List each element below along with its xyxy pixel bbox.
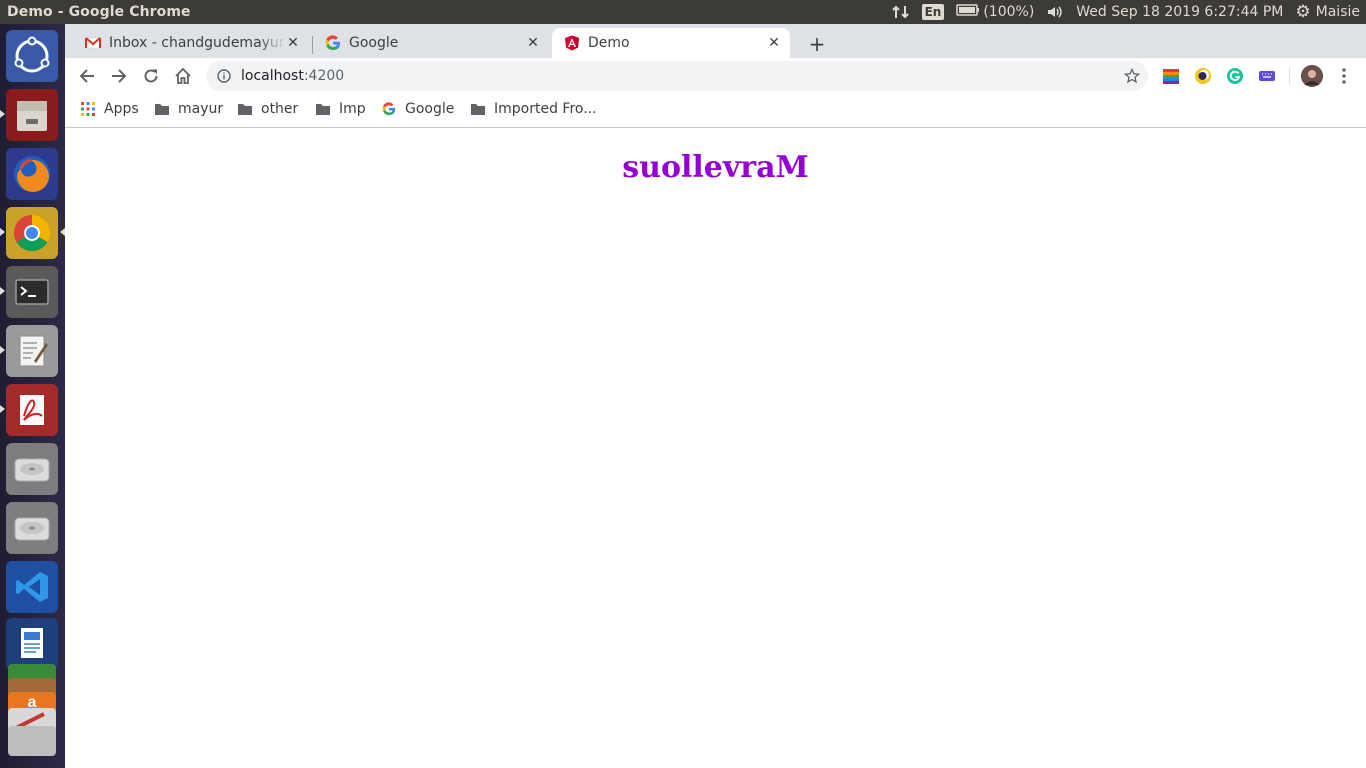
arrow-right-icon xyxy=(112,69,127,83)
home-icon xyxy=(175,67,191,84)
dark-mode-extension-icon[interactable] xyxy=(1194,67,1212,85)
files-icon[interactable] xyxy=(6,89,58,141)
network-icon[interactable] xyxy=(891,4,910,20)
battery-indicator[interactable]: (100%) xyxy=(956,4,1034,20)
bookmark-folder-imp[interactable]: Imp xyxy=(315,101,366,117)
keyboard-extension-icon[interactable] xyxy=(1258,67,1276,85)
arrow-left-icon xyxy=(79,69,94,83)
color-palette-extension-icon[interactable] xyxy=(1162,67,1180,85)
bookmark-folder-mayur[interactable]: mayur xyxy=(154,101,223,117)
running-indicator xyxy=(0,287,5,295)
folder-icon xyxy=(315,101,331,117)
top-panel: Demo - Google Chrome En (100%) Wed Sep 1… xyxy=(0,0,1366,24)
gear-icon: ⚙ xyxy=(1295,2,1311,22)
gmail-icon xyxy=(85,35,101,51)
tab-label: Demo xyxy=(588,35,630,51)
user-name: Maisie xyxy=(1315,4,1360,20)
indicator-area: En (100%) Wed Sep 18 2019 6:27:44 PM ⚙ M… xyxy=(891,2,1366,22)
google-icon xyxy=(381,101,397,117)
running-indicator xyxy=(0,228,5,236)
running-indicator xyxy=(0,110,5,118)
firefox-icon[interactable] xyxy=(6,148,58,200)
text-editor-icon[interactable] xyxy=(6,325,58,377)
back-button[interactable] xyxy=(73,62,101,90)
address-bar[interactable]: localhost:4200 xyxy=(206,61,1148,91)
page-heading: suollevraM xyxy=(622,150,809,185)
libreoffice-writer-icon[interactable] xyxy=(6,618,58,670)
reload-button[interactable] xyxy=(137,62,165,90)
chrome-icon[interactable] xyxy=(6,207,58,259)
ubuntu-dash-icon[interactable] xyxy=(6,30,58,82)
tab-label: Google xyxy=(349,35,399,51)
battery-icon xyxy=(956,4,980,20)
keyboard-language-indicator[interactable]: En xyxy=(921,4,945,20)
pdf-reader-icon[interactable] xyxy=(6,384,58,436)
close-icon[interactable]: ✕ xyxy=(285,35,301,51)
clock[interactable]: Wed Sep 18 2019 6:27:44 PM xyxy=(1076,4,1283,20)
tab-google[interactable]: Google ✕ xyxy=(313,28,549,58)
folder-icon xyxy=(237,101,253,117)
url-host: localhost xyxy=(241,68,304,84)
running-indicator xyxy=(0,405,5,413)
home-button[interactable] xyxy=(169,62,197,90)
tab-strip: Inbox - chandgudemayur5 ✕ Google ✕ Demo … xyxy=(65,24,1366,58)
language-badge: En xyxy=(921,4,945,20)
tab-inbox[interactable]: Inbox - chandgudemayur5 ✕ xyxy=(73,28,309,58)
running-indicator xyxy=(0,346,5,354)
bookmark-label: Apps xyxy=(104,101,139,117)
drive-icon[interactable] xyxy=(6,502,58,554)
url-port: :4200 xyxy=(303,68,345,84)
launcher-overflow-stack[interactable]: a xyxy=(6,664,58,768)
new-tab-button[interactable]: + xyxy=(805,32,829,56)
drive-icon[interactable] xyxy=(6,443,58,495)
bookmark-google[interactable]: Google xyxy=(381,101,454,117)
bookmark-label: Imp xyxy=(339,101,366,117)
info-icon[interactable] xyxy=(216,68,232,84)
drive-icon xyxy=(8,726,56,756)
tab-label: Inbox - chandgudemayur5 xyxy=(109,35,285,51)
bookmark-label: Imported Fro... xyxy=(494,101,597,117)
more-menu-icon[interactable] xyxy=(1336,66,1352,86)
volume-icon[interactable] xyxy=(1046,4,1064,20)
grammarly-icon[interactable] xyxy=(1226,67,1244,85)
terminal-icon[interactable] xyxy=(6,266,58,318)
battery-percent: (100%) xyxy=(983,4,1035,20)
google-icon xyxy=(325,35,341,51)
forward-button[interactable] xyxy=(105,62,133,90)
avatar[interactable] xyxy=(1301,65,1323,87)
bookmark-folder-other[interactable]: other xyxy=(237,101,298,117)
folder-icon xyxy=(154,101,170,117)
apps-grid-icon xyxy=(80,101,96,117)
page-viewport: suollevraM xyxy=(65,128,1366,768)
bookmark-star-icon[interactable] xyxy=(1123,67,1141,84)
reload-icon xyxy=(144,69,158,83)
close-icon[interactable]: ✕ xyxy=(525,35,541,51)
bookmark-label: Google xyxy=(405,101,455,117)
plus-icon: + xyxy=(808,32,826,56)
browser-toolbar: localhost:4200 xyxy=(65,58,1366,94)
bookmark-apps[interactable]: Apps xyxy=(80,101,139,117)
vscode-icon[interactable] xyxy=(6,561,58,613)
bookmark-label: other xyxy=(261,101,299,117)
bookmark-folder-imported[interactable]: Imported Fro... xyxy=(470,101,597,117)
launcher: a xyxy=(0,24,66,768)
url-text[interactable]: localhost:4200 xyxy=(241,68,344,84)
window-title: Demo - Google Chrome xyxy=(7,4,191,20)
tab-demo[interactable]: Demo ✕ xyxy=(552,28,790,58)
session-menu[interactable]: ⚙ Maisie xyxy=(1295,2,1360,22)
angular-icon xyxy=(564,35,580,51)
folder-icon xyxy=(470,101,486,117)
toolbar-divider xyxy=(1289,68,1290,84)
bookmark-label: mayur xyxy=(178,101,224,117)
close-icon[interactable]: ✕ xyxy=(766,35,782,51)
bookmarks-bar: Apps mayur other Imp Google Imported Fro… xyxy=(65,94,1366,128)
